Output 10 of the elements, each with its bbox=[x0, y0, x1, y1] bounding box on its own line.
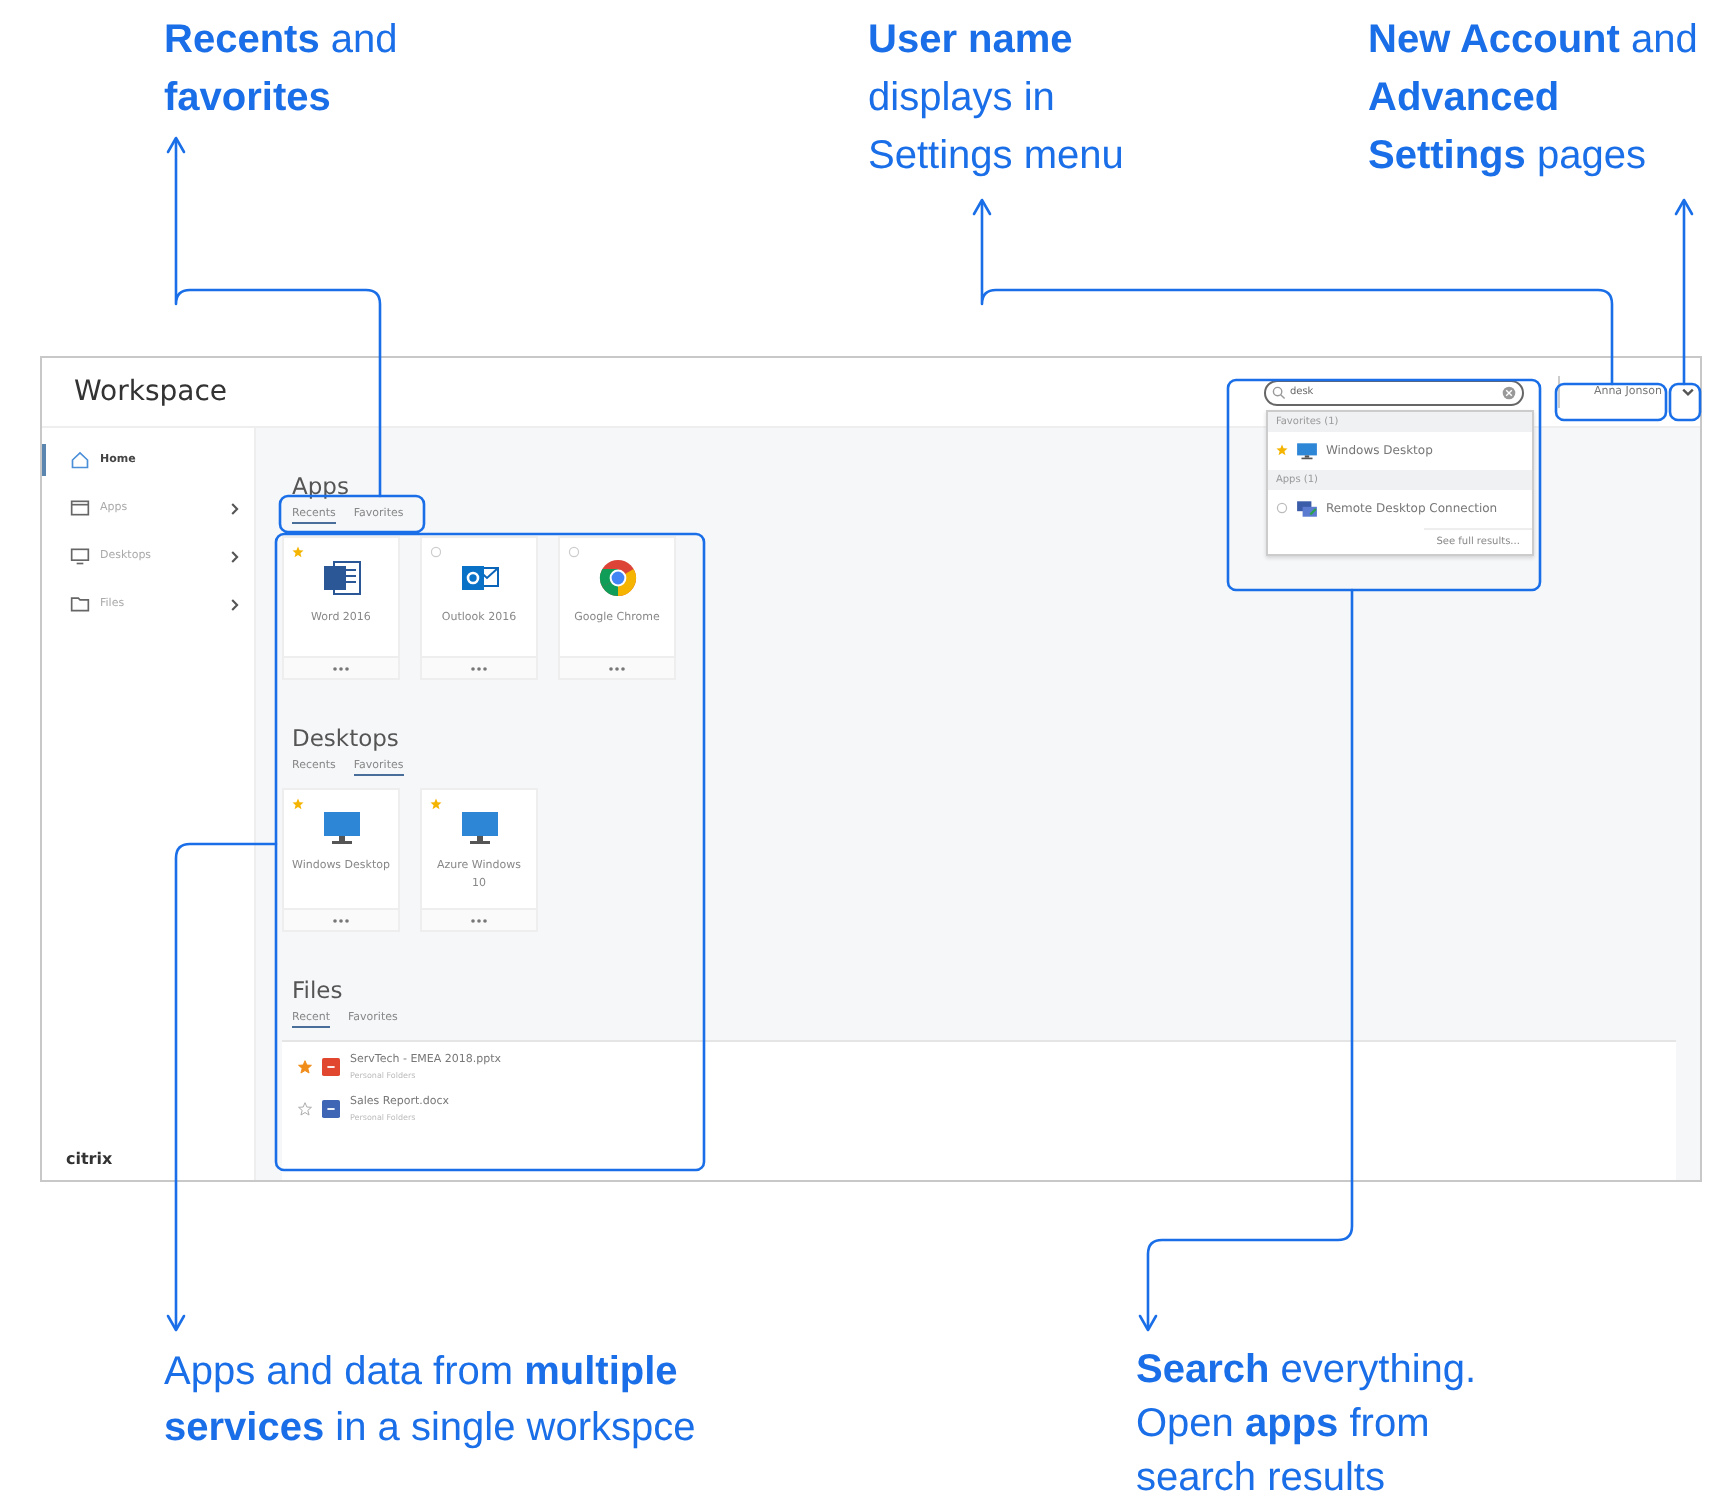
section-title: Apps bbox=[292, 472, 349, 500]
section-title: Desktops bbox=[292, 724, 399, 752]
logo: citrix bbox=[64, 1150, 115, 1168]
callout-text: Apps and data from multiple services in a single workspce bbox=[164, 1348, 698, 1454]
callout-text: Search everything. Open apps from search results bbox=[1136, 1346, 1479, 1504]
callout-text: New Account and Advanced Settings pages bbox=[1368, 16, 1700, 182]
window-title: Workspace bbox=[74, 376, 228, 408]
callout-text: Recents and favorites bbox=[164, 16, 400, 124]
callout-text: User name displays in Settings menu bbox=[868, 16, 1126, 182]
section-title: Files bbox=[292, 976, 343, 1004]
